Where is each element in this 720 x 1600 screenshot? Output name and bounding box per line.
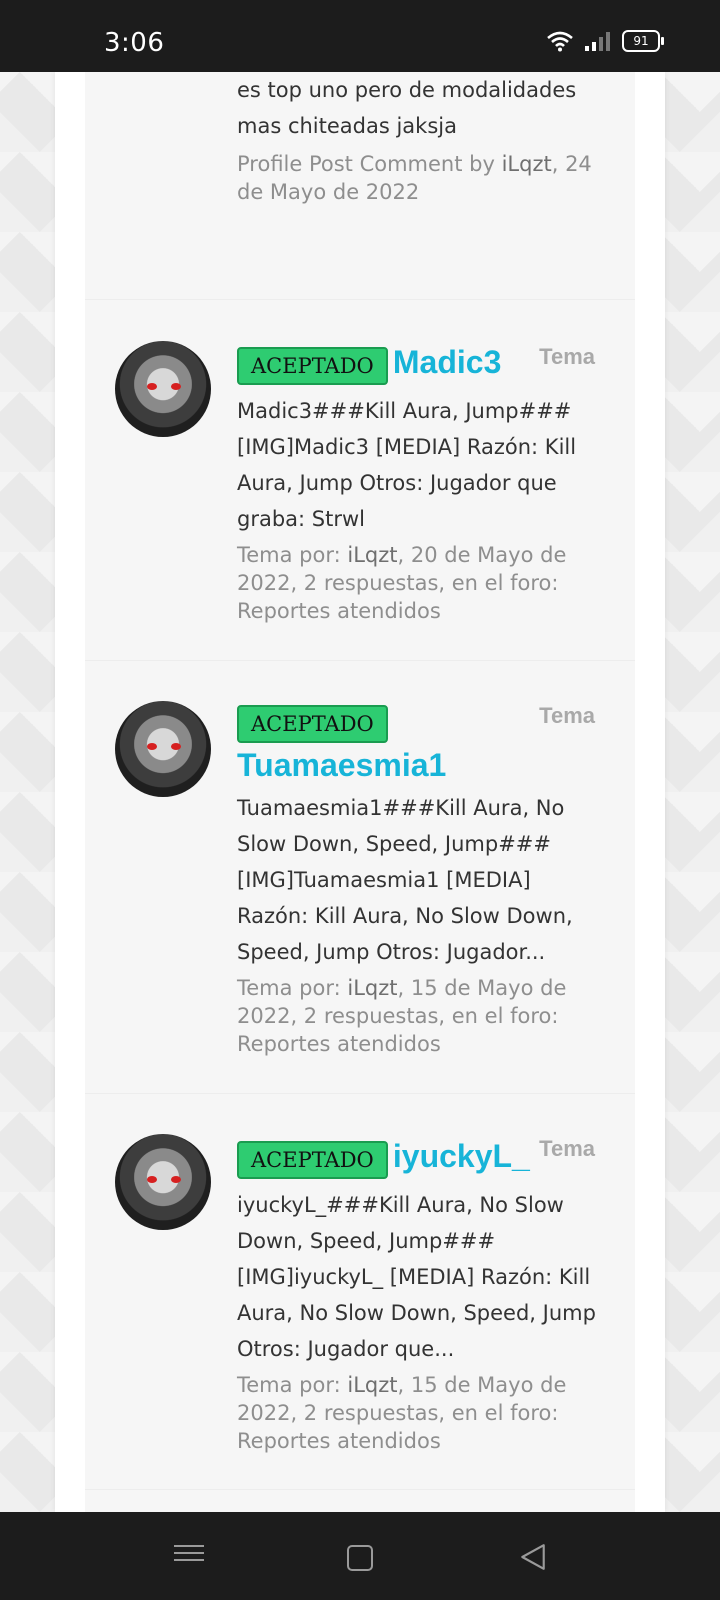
list-item[interactable]: Tema ACEPTADO Tuamaesmia1 Tuamaesmia1###… <box>85 661 635 1094</box>
status-icons: 91 <box>546 30 664 52</box>
item-snippet: iyuckyL_###Kill Aura, No Slow Down, Spee… <box>237 1193 596 1361</box>
item-title-link[interactable]: Madic3 <box>393 344 501 380</box>
author-link[interactable]: iLqzt <box>502 152 552 176</box>
back-icon[interactable] <box>518 1542 548 1572</box>
author-link[interactable]: iLqzt <box>347 976 397 1000</box>
item-snippet: Madic3###Kill Aura, Jump### [IMG]Madic3 … <box>237 399 577 531</box>
navigation-bar <box>0 1512 720 1600</box>
item-meta: Tema por: iLqzt, 20 de Mayo de 2022, 2 r… <box>237 543 567 623</box>
home-icon[interactable] <box>347 1545 373 1571</box>
item-title-link[interactable]: Tuamaesmia1 <box>237 747 597 784</box>
status-badge: ACEPTADO <box>237 1141 388 1179</box>
avatar[interactable] <box>115 701 211 797</box>
status-time: 3:06 <box>104 28 165 58</box>
battery-icon: 91 <box>622 30 664 52</box>
status-badge: ACEPTADO <box>237 705 388 743</box>
item-title-link[interactable]: iyuckyL_ <box>393 1138 530 1174</box>
results-list: es top uno pero de modalidades mas chite… <box>85 72 635 1512</box>
item-meta: Tema por: iLqzt, 15 de Mayo de 2022, 2 r… <box>237 976 567 1056</box>
signal-icon <box>585 32 610 51</box>
status-badge: ACEPTADO <box>237 347 388 385</box>
author-link[interactable]: iLqzt <box>347 1373 397 1397</box>
item-snippet: es top uno pero de modalidades mas chite… <box>237 78 577 138</box>
avatar[interactable] <box>115 1134 211 1230</box>
status-bar: 3:06 91 <box>0 0 720 72</box>
item-snippet: Tuamaesmia1###Kill Aura, No Slow Down, S… <box>237 796 573 964</box>
author-link[interactable]: iLqzt <box>347 543 397 567</box>
menu-icon[interactable] <box>174 1540 204 1570</box>
list-item: es top uno pero de modalidades mas chite… <box>85 72 635 300</box>
list-item[interactable]: Tema ACEPTADO Madic3 Madic3###Kill Aura,… <box>85 300 635 661</box>
list-item[interactable]: Profile Post Comment Si <box>85 1490 635 1512</box>
wifi-icon <box>547 31 573 52</box>
list-item[interactable]: Tema ACEPTADO iyuckyL_ iyuckyL_###Kill A… <box>85 1094 635 1490</box>
avatar[interactable] <box>115 341 211 437</box>
item-meta: Profile Post Comment by iLqzt, 24 de May… <box>237 152 592 204</box>
item-meta: Tema por: iLqzt, 15 de Mayo de 2022, 2 r… <box>237 1373 567 1453</box>
